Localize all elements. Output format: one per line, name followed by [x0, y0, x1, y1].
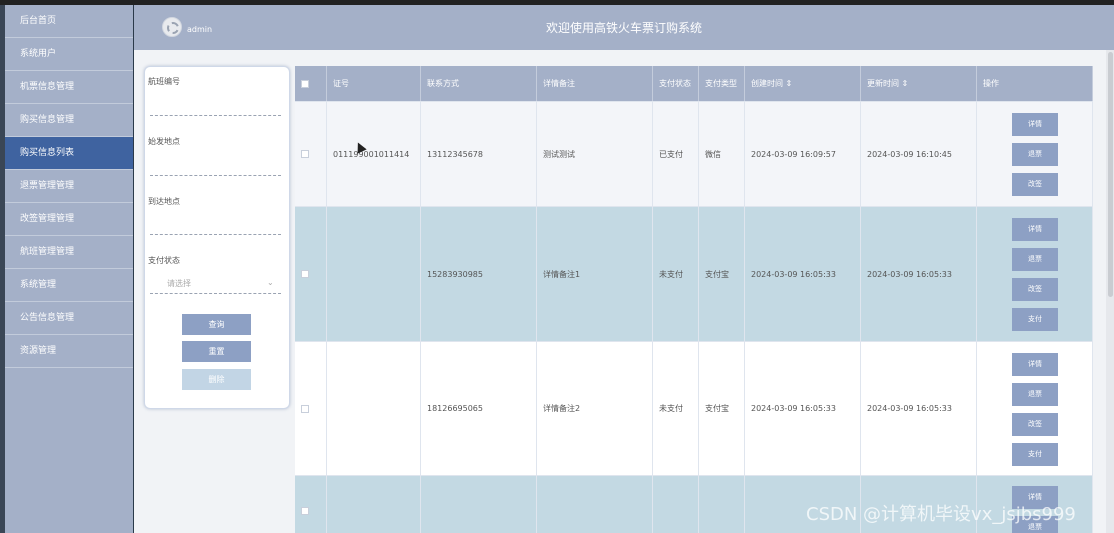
cell-status	[653, 476, 699, 533]
select-all-checkbox[interactable]	[301, 79, 309, 88]
cell-phone	[421, 476, 537, 533]
row-checkbox-cell	[295, 476, 327, 533]
cell-status: 未支付	[653, 207, 699, 341]
cell-type: 支付宝	[699, 207, 745, 341]
cell-updated: 2024-03-09 16:05:33	[861, 207, 977, 341]
refund-button[interactable]: 退票	[1012, 383, 1058, 406]
destination-input[interactable]	[150, 234, 281, 235]
query-button[interactable]: 查询	[182, 314, 251, 335]
pay-button[interactable]: 支付	[1012, 308, 1058, 331]
cell-created: 2024-03-09 16:05:33	[745, 207, 861, 341]
cell-phone: 18126695065	[421, 342, 537, 475]
refund-button[interactable]: 退票	[1012, 143, 1058, 166]
cell-note: 测试测试	[537, 102, 653, 206]
delete-button[interactable]: 删除	[182, 369, 251, 390]
page-title: 欢迎使用高铁火车票订购系统	[545, 21, 702, 35]
refund-button[interactable]: 退票	[1012, 248, 1058, 271]
sidebar-item[interactable]: 航班管理管理	[5, 236, 133, 269]
sidebar-item[interactable]: 公告信息管理	[5, 302, 133, 335]
cell-created: 2024-03-09 16:09:57	[745, 102, 861, 206]
sidebar-item[interactable]: 资源管理	[5, 335, 133, 368]
change-button[interactable]: 改签	[1012, 173, 1058, 196]
cell-type: 微信	[699, 102, 745, 206]
pay-status-underline	[150, 293, 281, 294]
cell-created: 2024-03-09 16:05:33	[745, 342, 861, 475]
table-row: 011199001011414 13112345678 测试测试 已支付 微信 2024-…	[295, 101, 1093, 206]
cell-id	[327, 207, 421, 341]
row-checkbox[interactable]	[301, 404, 309, 413]
column-header: 联系方式	[421, 66, 537, 101]
cell-updated: 2024-03-09 16:05:33	[861, 342, 977, 475]
flight-no-label: 航班编号	[148, 77, 180, 86]
row-checkbox[interactable]	[301, 506, 309, 515]
row-checkbox[interactable]	[301, 150, 309, 158]
change-button[interactable]: 改签	[1012, 278, 1058, 301]
column-header: 支付状态	[653, 66, 699, 101]
column-header[interactable]: 更新时间 ⇕	[861, 66, 977, 101]
cell-type	[699, 476, 745, 533]
origin-label: 始发地点	[148, 137, 180, 146]
pay-button[interactable]: 支付	[1012, 443, 1058, 466]
sidebar-item[interactable]: 机票信息管理	[5, 71, 133, 104]
reset-button[interactable]: 重置	[182, 341, 251, 362]
table-header: 证号 联系方式 详情备注 支付状态 支付类型 创建时间 ⇕ 更新时间 ⇕ 操作	[295, 66, 1093, 101]
origin-input[interactable]	[150, 175, 281, 176]
row-checkbox[interactable]	[301, 270, 309, 278]
cell-updated: 2024-03-09 16:10:45	[861, 102, 977, 206]
sidebar-item[interactable]: 系统管理	[5, 269, 133, 302]
sidebar: 后台首页 系统用户 机票信息管理 购买信息管理 购买信息列表 退票管理管理 改签管理管理 航班…	[5, 5, 133, 533]
cell-id	[327, 476, 421, 533]
column-header: 操作	[977, 66, 1093, 101]
detail-button[interactable]: 详情	[1012, 218, 1058, 241]
cell-id: 011199001011414	[327, 102, 421, 206]
row-checkbox-cell	[295, 207, 327, 341]
cell-status: 已支付	[653, 102, 699, 206]
detail-button[interactable]: 详情	[1012, 113, 1058, 136]
sidebar-item[interactable]: 购买信息列表	[5, 137, 133, 170]
cell-type: 支付宝	[699, 342, 745, 475]
pay-status-label: 支付状态	[148, 256, 180, 265]
sidebar-item[interactable]: 后台首页	[5, 5, 133, 38]
cell-note: 详情备注1	[537, 207, 653, 341]
orders-table: 证号 联系方式 详情备注 支付状态 支付类型 创建时间 ⇕ 更新时间 ⇕ 操作 0111990…	[295, 66, 1093, 533]
header: admin 欢迎使用高铁火车票订购系统	[134, 5, 1114, 50]
table-row: 15283930985 详情备注1 未支付 支付宝 2024-03-09 16:05:3…	[295, 206, 1093, 341]
sidebar-item[interactable]: 改签管理管理	[5, 203, 133, 236]
watermark: CSDN @计算机毕设vx_jsjbs999	[806, 504, 1076, 525]
column-header: 支付类型	[699, 66, 745, 101]
destination-label: 到达地点	[148, 197, 180, 206]
column-header: 证号	[327, 66, 421, 101]
flight-no-input[interactable]	[150, 115, 281, 116]
table-row: 18126695065 详情备注2 未支付 支付宝 2024-03-09 16:05:3…	[295, 341, 1093, 475]
cell-id	[327, 342, 421, 475]
sidebar-item[interactable]: 退票管理管理	[5, 170, 133, 203]
column-header[interactable]: 创建时间 ⇕	[745, 66, 861, 101]
select-all-cell	[295, 66, 327, 101]
cell-phone: 15283930985	[421, 207, 537, 341]
detail-button[interactable]: 详情	[1012, 353, 1058, 376]
cell-note: 详情备注2	[537, 342, 653, 475]
filter-panel: 航班编号 始发地点 到达地点 支付状态 请选择 ⌄ 查询 重置 删除	[144, 66, 290, 409]
row-checkbox-cell	[295, 342, 327, 475]
scrollbar-thumb[interactable]	[1108, 52, 1113, 297]
sidebar-item[interactable]: 系统用户	[5, 38, 133, 71]
cell-status: 未支付	[653, 342, 699, 475]
cell-phone: 13112345678	[421, 102, 537, 206]
pay-status-select[interactable]: 请选择	[167, 278, 191, 289]
sidebar-item[interactable]: 购买信息管理	[5, 104, 133, 137]
change-button[interactable]: 改签	[1012, 413, 1058, 436]
cell-note	[537, 476, 653, 533]
row-checkbox-cell	[295, 102, 327, 206]
chevron-down-icon[interactable]: ⌄	[267, 278, 274, 287]
column-header: 详情备注	[537, 66, 653, 101]
